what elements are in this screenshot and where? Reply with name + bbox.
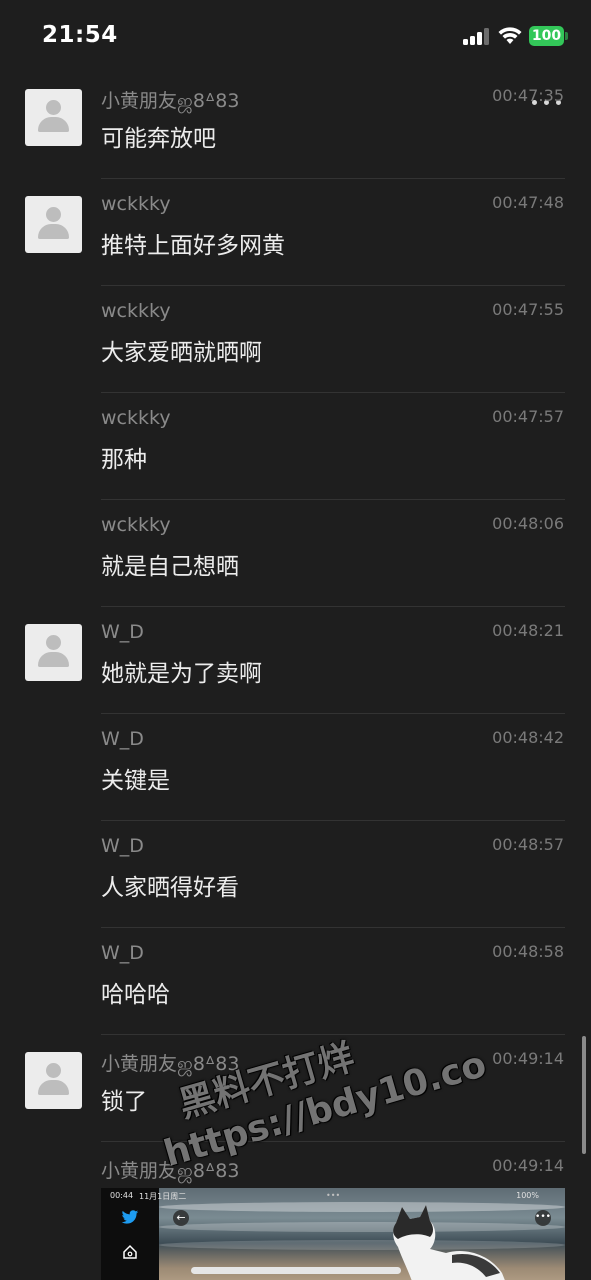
message-text: 那种 <box>101 447 147 473</box>
image-back-button: ← <box>173 1210 189 1226</box>
message-time: 00:47:48 <box>492 193 564 212</box>
message-row[interactable]: wckkky 00:48:06 就是自己想晒 <box>0 500 591 607</box>
message-time: 00:48:06 <box>492 514 564 533</box>
message-text: 哈哈哈 <box>101 982 170 1008</box>
battery-icon: 100 <box>529 26 568 46</box>
message-time: 00:48:42 <box>492 728 564 747</box>
status-time: 21:54 <box>42 22 118 48</box>
cellular-signal-icon <box>463 28 490 45</box>
wifi-icon <box>498 27 522 44</box>
message-time: 00:48:57 <box>492 835 564 854</box>
message-row[interactable]: W_D 00:48:42 关键是 <box>0 714 591 821</box>
message-sender: wckkky <box>101 407 171 429</box>
message-sender: wckkky <box>101 514 171 536</box>
message-sender: W_D <box>101 942 144 964</box>
image-dots: ••• <box>326 1191 341 1200</box>
battery-level: 100 <box>529 26 564 46</box>
message-text: 推特上面好多网黄 <box>101 233 285 259</box>
home-icon <box>123 1244 137 1259</box>
avatar[interactable] <box>25 1052 82 1109</box>
image-more-button: ••• <box>535 1210 551 1226</box>
message-row[interactable]: wckkky 00:47:55 大家爱晒就晒啊 <box>0 286 591 393</box>
message-sender: W_D <box>101 835 144 857</box>
status-bar: 21:54 100 <box>0 0 591 72</box>
message-time: 00:49:14 <box>492 1049 564 1068</box>
image-attachment[interactable]: 00:44 11月1日周二 100% ••• ← ••• <box>101 1188 565 1280</box>
message-time: 00:48:21 <box>492 621 564 640</box>
message-text: 她就是为了卖啊 <box>101 661 262 687</box>
cat-figure <box>393 1205 505 1280</box>
message-sender: 小黄朋友ஜ8ᐞ83 <box>101 90 240 112</box>
message-time: 00:49:14 <box>492 1156 564 1175</box>
message-text: 大家爱晒就晒啊 <box>101 340 262 366</box>
message-list: 小黄朋友ஜ8ᐞ83 00:47:35 可能奔放吧 wckkky 00:47:48 推特上面… <box>0 72 591 1280</box>
message-row[interactable]: W_D 00:48:57 人家晒得好看 <box>0 821 591 928</box>
message-text: 关键是 <box>101 768 170 794</box>
message-row[interactable]: wckkky 00:47:48 推特上面好多网黄 <box>0 179 591 286</box>
message-sender: 小黄朋友ஜ8ᐞ83 <box>101 1053 240 1075</box>
message-time: 00:48:58 <box>492 942 564 961</box>
scrollbar[interactable] <box>582 1036 586 1154</box>
message-text: 可能奔放吧 <box>101 126 216 152</box>
message-text: 锁了 <box>101 1089 147 1115</box>
message-sender: W_D <box>101 621 144 643</box>
message-text: 人家晒得好看 <box>101 875 239 901</box>
message-time: 00:47:55 <box>492 300 564 319</box>
message-row[interactable]: 小黄朋友ஜ8ᐞ83 00:49:14 锁了 <box>0 1035 591 1142</box>
message-sender: wckkky <box>101 300 171 322</box>
message-sender: wckkky <box>101 193 171 215</box>
message-time: 00:47:57 <box>492 407 564 426</box>
avatar[interactable] <box>25 89 82 146</box>
message-sender: W_D <box>101 728 144 750</box>
message-time: 00:47:35 <box>492 86 564 105</box>
message-text: 就是自己想晒 <box>101 554 239 580</box>
avatar[interactable] <box>25 196 82 253</box>
message-row[interactable]: W_D 00:48:21 她就是为了卖啊 <box>0 607 591 714</box>
chat-history-screen: 21:54 100 小黄朋友ஜ8ᐞ83 00:47:35 可能奔放吧 wckkky 00… <box>0 0 591 1280</box>
avatar[interactable] <box>25 624 82 681</box>
home-indicator <box>191 1267 401 1274</box>
message-row[interactable]: wckkky 00:47:57 那种 <box>0 393 591 500</box>
image-message-row[interactable]: 小黄朋友ஜ8ᐞ83 00:49:14 00:44 11月1日周二 100% ••• ← ••• <box>0 1142 591 1280</box>
message-row[interactable]: 小黄朋友ஜ8ᐞ83 00:47:35 可能奔放吧 <box>0 72 591 179</box>
message-row[interactable]: W_D 00:48:58 哈哈哈 <box>0 928 591 1035</box>
twitter-bird-icon <box>121 1210 139 1224</box>
message-sender: 小黄朋友ஜ8ᐞ83 <box>101 1160 240 1182</box>
